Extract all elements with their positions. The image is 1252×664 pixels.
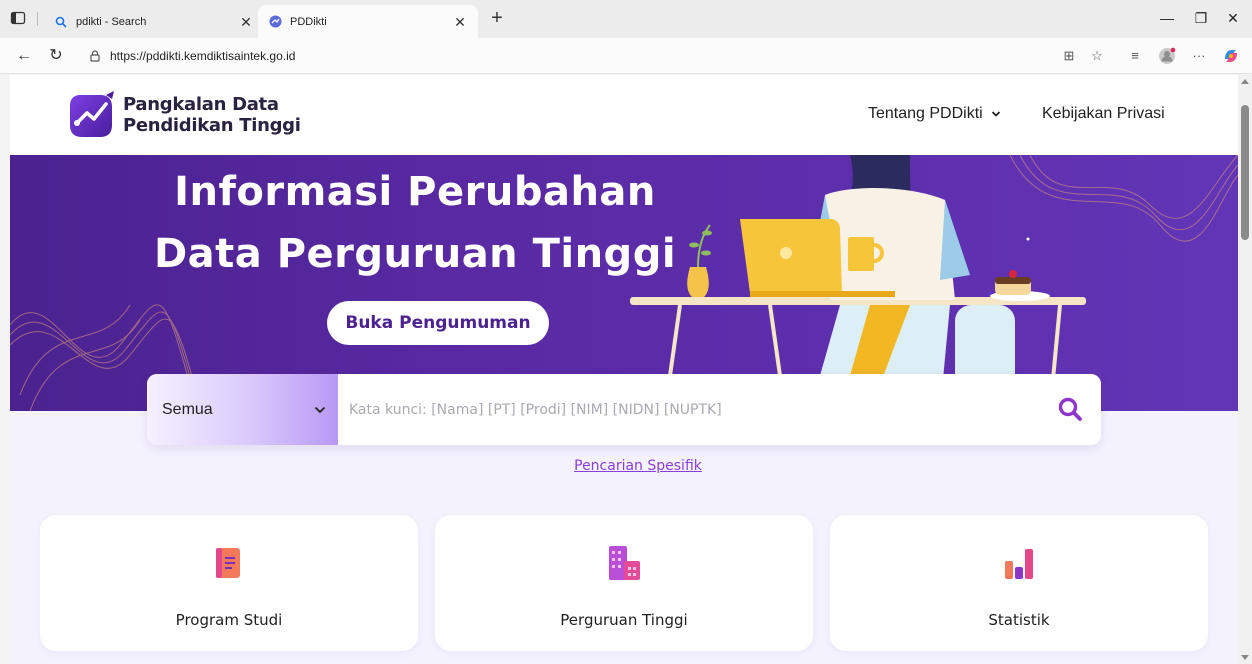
refresh-icon[interactable]: ↻: [46, 46, 66, 66]
hero-title-line-2: Data Perguruan Tinggi: [153, 231, 677, 277]
tab-separator: [37, 12, 38, 26]
close-window-icon[interactable]: ✕: [1222, 8, 1244, 28]
tab-pddikti[interactable]: PDDikti ✕: [258, 5, 478, 38]
mug: [848, 237, 874, 271]
pddikti-favicon-icon: [268, 15, 282, 29]
open-announcement-button[interactable]: Buka Pengumuman: [327, 301, 549, 345]
search-icon: [54, 15, 68, 29]
restore-icon[interactable]: ❐: [1190, 8, 1212, 28]
site-info-icon[interactable]: [88, 49, 102, 63]
tab-title: PDDikti: [290, 15, 327, 28]
scroll-up-icon[interactable]: [1241, 79, 1249, 84]
card-program-studi[interactable]: Program Studi: [40, 515, 418, 651]
minimize-icon[interactable]: —: [1156, 8, 1178, 28]
immersive-reader-icon[interactable]: ⊞: [1060, 47, 1078, 65]
card-label: Perguruan Tinggi: [560, 611, 688, 629]
pddikti-logo-icon[interactable]: [66, 89, 118, 141]
chevron-down-icon: [314, 406, 326, 414]
close-tab-icon[interactable]: ✕: [238, 14, 254, 30]
scroll-down-icon[interactable]: [1241, 655, 1249, 660]
hero-banner: Informasi Perubahan Data Perguruan Tingg…: [10, 155, 1238, 411]
nav-label: Tentang PDDikti: [868, 105, 983, 122]
scrollbar-thumb[interactable]: [1241, 105, 1249, 240]
copilot-icon[interactable]: [1222, 47, 1240, 65]
favorite-star-icon[interactable]: ☆: [1088, 47, 1106, 65]
more-options-icon[interactable]: ···: [1190, 47, 1208, 65]
card-label: Program Studi: [175, 611, 283, 629]
card-label: Statistik: [988, 611, 1050, 629]
back-arrow-icon[interactable]: ←: [14, 46, 34, 66]
logo-line-2: Pendidikan Tinggi: [123, 115, 301, 136]
book-icon: [216, 548, 240, 578]
page-scrollbar[interactable]: [1238, 75, 1252, 664]
specific-search-link[interactable]: Pencarian Spesifik: [10, 458, 1238, 474]
search-icon[interactable]: [1057, 396, 1083, 422]
search-bar: Semua: [147, 374, 1101, 445]
building-icon: [609, 546, 640, 580]
search-category-select[interactable]: Semua: [147, 374, 338, 445]
tab-search[interactable]: pdikti - Search ✕: [44, 5, 264, 38]
logo-text[interactable]: Pangkalan Data Pendidikan Tinggi: [123, 94, 301, 136]
address-bar-row: ← ↻ https://pddikti.kemdiktisaintek.go.i…: [0, 38, 1252, 74]
tab-title: pdikti - Search: [76, 15, 147, 28]
profile-avatar-icon[interactable]: [1158, 47, 1176, 65]
chevron-down-icon: [991, 111, 1000, 117]
search-category-value: Semua: [162, 400, 213, 418]
person-shirt: [825, 188, 955, 300]
new-tab-button[interactable]: +: [486, 8, 508, 30]
nav-tentang-pddikti[interactable]: Tentang PDDikti: [868, 105, 1001, 123]
card-statistik[interactable]: Statistik: [830, 515, 1208, 651]
logo-line-1: Pangkalan Data: [123, 94, 279, 115]
close-tab-icon[interactable]: ✕: [452, 14, 468, 30]
sidebar-toggle-icon[interactable]: [10, 10, 26, 26]
nav-label: Kebijakan Privasi: [1042, 105, 1165, 122]
nav-kebijakan-privasi[interactable]: Kebijakan Privasi: [1042, 105, 1165, 123]
pddikti-page: Pangkalan Data Pendidikan Tinggi Tentang…: [10, 75, 1238, 664]
url-field[interactable]: https://pddikti.kemdiktisaintek.go.id: [80, 44, 1080, 68]
bar-chart-icon: [1005, 549, 1033, 579]
browser-tab-bar: pdikti - Search ✕ PDDikti ✕ + — ❐ ✕: [0, 0, 1252, 38]
url-text: https://pddikti.kemdiktisaintek.go.id: [110, 49, 296, 63]
card-perguruan-tinggi[interactable]: Perguruan Tinggi: [435, 515, 813, 651]
search-input[interactable]: [349, 374, 1029, 445]
favorites-list-icon[interactable]: ≡: [1126, 47, 1144, 65]
hero-title-line-1: Informasi Perubahan: [174, 169, 656, 215]
site-header: Pangkalan Data Pendidikan Tinggi Tentang…: [10, 75, 1238, 155]
